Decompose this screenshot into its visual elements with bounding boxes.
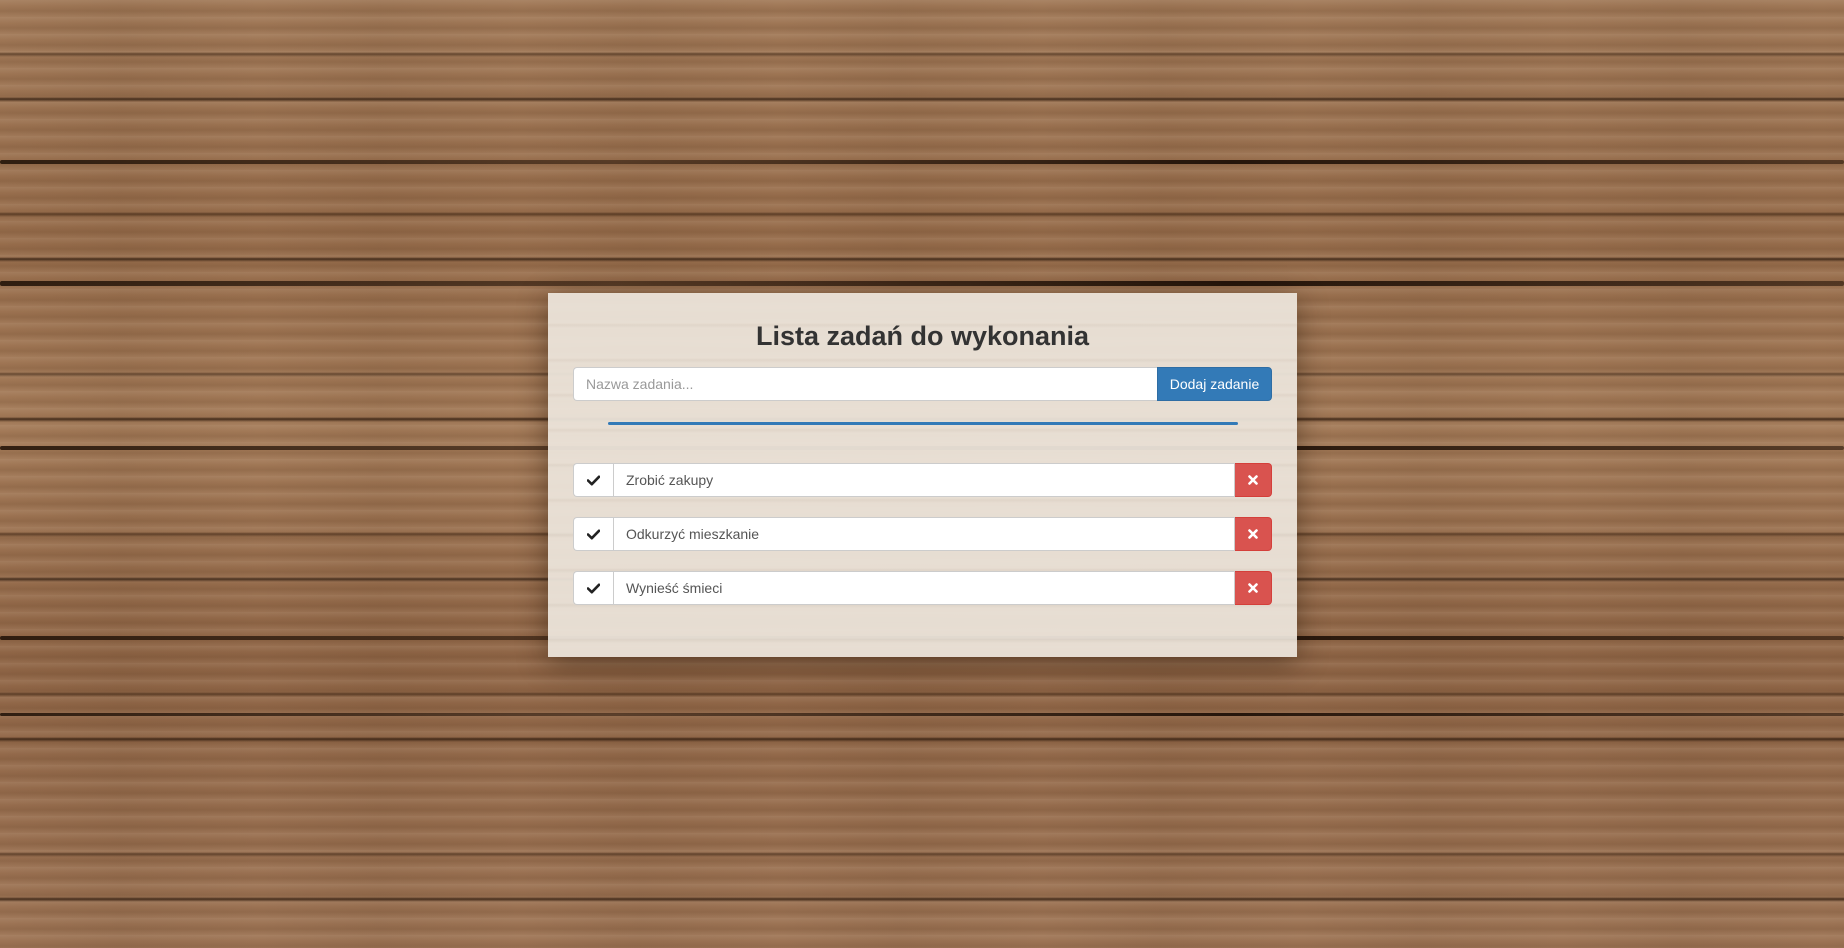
check-icon — [587, 583, 600, 594]
task-list: Zrobić zakupy Odkurzyć mieszkanie Wynieś… — [573, 463, 1272, 605]
complete-task-button[interactable] — [573, 463, 613, 497]
list-item: Wynieść śmieci — [573, 571, 1272, 605]
list-item: Odkurzyć mieszkanie — [573, 517, 1272, 551]
task-label: Wynieść śmieci — [613, 571, 1235, 605]
wood-crack — [0, 281, 1844, 286]
check-icon — [587, 529, 600, 540]
page-title: Lista zadań do wykonania — [755, 321, 1090, 351]
close-icon — [1248, 475, 1258, 485]
todo-card: Lista zadań do wykonania Dodaj zadanie Z… — [548, 293, 1297, 657]
task-label: Zrobić zakupy — [613, 463, 1235, 497]
close-icon — [1248, 583, 1258, 593]
delete-task-button[interactable] — [1235, 463, 1272, 497]
task-label: Odkurzyć mieszkanie — [613, 517, 1235, 551]
check-icon — [587, 475, 600, 486]
list-item: Zrobić zakupy — [573, 463, 1272, 497]
delete-task-button[interactable] — [1235, 517, 1272, 551]
complete-task-button[interactable] — [573, 571, 613, 605]
delete-task-button[interactable] — [1235, 571, 1272, 605]
task-name-input[interactable] — [573, 367, 1157, 401]
wood-crack — [0, 160, 1844, 164]
complete-task-button[interactable] — [573, 517, 613, 551]
divider — [607, 422, 1238, 425]
wood-crack — [0, 713, 1844, 716]
close-icon — [1248, 529, 1258, 539]
add-task-form: Dodaj zadanie — [573, 367, 1272, 401]
add-task-button[interactable]: Dodaj zadanie — [1157, 367, 1272, 401]
